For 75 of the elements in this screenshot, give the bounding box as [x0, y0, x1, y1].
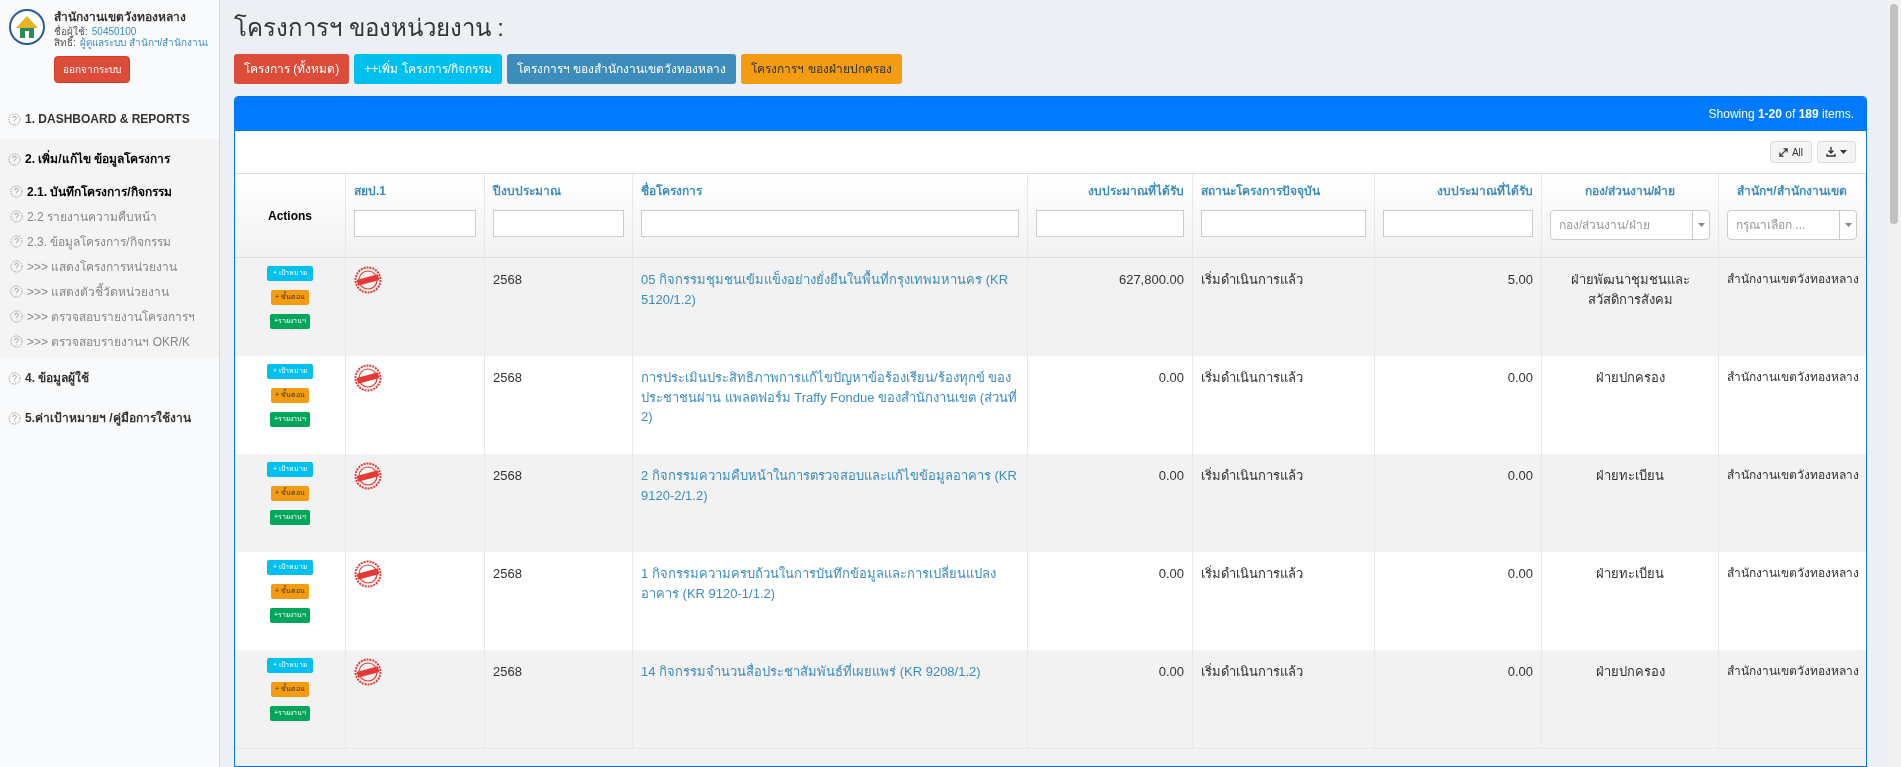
stamp-icon: [354, 266, 382, 294]
stamp-icon: [354, 658, 382, 686]
office-cell-text: สำนักงานเขตวังทองหลาง: [1725, 467, 1860, 484]
export-button[interactable]: [1817, 141, 1856, 163]
expand-icon: [1778, 147, 1788, 157]
office-cell-text: สำนักงานเขตวังทองหลาง: [1725, 369, 1860, 386]
pagination-summary: Showing 1-20 of 189 items.: [1708, 106, 1854, 123]
project-name-link[interactable]: การประเมินประสิทธิภาพการแก้ไขปัญหาข้อร้องเรียน/ร้องทุกข์ ของประชาชนผ่าน แพลตฟอร์ม Traffy Fondue ของสำนักงานเขต (ส่วนที่ 2): [641, 368, 1019, 427]
emblem-logo-icon: [8, 8, 46, 46]
filter-input[interactable]: [493, 210, 624, 237]
filter-button[interactable]: ++เพิ่ม โครงการ/กิจกรรม: [354, 54, 502, 84]
filter-input[interactable]: [641, 210, 1019, 237]
menu-item[interactable]: >>> แสดงโครงการหน่วยงาน: [0, 254, 219, 279]
column-header-link[interactable]: สยป.1: [354, 182, 386, 200]
menu-item[interactable]: 2.2 รายงานความคืบหน้า: [0, 204, 219, 229]
stamp-icon: [354, 364, 382, 392]
user-id: 50450100: [91, 26, 137, 37]
filter-button[interactable]: โครงการฯ ของฝ่ายปกครอง: [741, 54, 902, 84]
column-header-link[interactable]: ปีงบประมาณ: [493, 182, 561, 200]
filter-input[interactable]: [1201, 210, 1366, 237]
help-icon: [10, 210, 23, 223]
caret-icon: [1840, 150, 1847, 154]
scrollbar[interactable]: [1887, 0, 1901, 767]
org-name: สำนักงานเขตวังทองหลาง: [54, 9, 186, 24]
help-icon: [10, 260, 23, 273]
column-header-link[interactable]: สถานะโครงการปัจจุบัน: [1201, 182, 1320, 200]
menu-item[interactable]: >>> แสดงตัวชี้วัดหน่วยงาน: [0, 279, 219, 304]
help-icon: [10, 335, 23, 348]
menu-item[interactable]: >>> ตรวจสอบรายงานโครงการฯ: [0, 304, 219, 329]
logout-button[interactable]: ออกจากระบบ: [54, 56, 130, 83]
column-header-link[interactable]: งบประมาณที่ได้รับ: [1088, 182, 1184, 200]
menu-section[interactable]: 4. ข้อมูลผู้ใช้: [0, 358, 219, 398]
filter-input[interactable]: [1036, 210, 1184, 237]
menu-item[interactable]: 2.1. บันทึกโครงการ/กิจกรรม: [0, 179, 219, 204]
project-name-link[interactable]: 14 กิจกรรมจำนวนสื่อประชาสัมพันธ์ที่เผยแพร่ (KR 9208/1.2): [641, 662, 1019, 682]
help-icon: [8, 112, 21, 126]
menu-section[interactable]: 1. DASHBOARD & REPORTS: [0, 99, 219, 139]
dropdown-caret-icon: [1697, 223, 1705, 227]
help-icon: [8, 152, 21, 166]
office-cell-text: สำนักงานเขตวังทองหลาง: [1725, 565, 1860, 582]
menu-section[interactable]: 5.ค่าเป้าหมายฯ /คู่มือการใช้งาน: [0, 398, 219, 438]
help-icon: [10, 185, 23, 198]
menu-section[interactable]: 2. เพิ่ม/แก้ไข ข้อมูลโครงการ: [0, 139, 219, 179]
help-icon: [10, 235, 23, 248]
project-name-link[interactable]: 05 กิจกรรมชุมชนเข้มแข็งอย่างยั่งยืนในพื้นที่กรุงเทพมหานคร (KR 5120/1.2): [641, 270, 1019, 309]
help-icon: [8, 411, 21, 425]
rights-label: สิทธิ์:: [54, 37, 76, 48]
download-icon: [1826, 147, 1836, 157]
help-icon: [8, 371, 21, 385]
filter-select[interactable]: กรุณาเลือก ...: [1727, 210, 1857, 240]
stamp-icon: [354, 560, 382, 588]
stamp-icon: [354, 462, 382, 490]
column-header-link[interactable]: กอง/ส่วนงาน/ฝ่าย: [1584, 182, 1676, 200]
column-header-link[interactable]: ชื่อโครงการ: [641, 182, 702, 200]
page-title: โครงการฯ ของหน่วยงาน :: [234, 13, 505, 43]
column-header-link[interactable]: งบประมาณที่ได้รับ: [1437, 182, 1533, 200]
filter-input[interactable]: [354, 210, 476, 237]
dropdown-caret-icon: [1844, 223, 1852, 227]
filter-input[interactable]: [1383, 210, 1533, 237]
expand-all-button[interactable]: All: [1769, 141, 1812, 163]
column-header: Actions: [267, 207, 313, 225]
office-cell-text: สำนักงานเขตวังทองหลาง: [1725, 271, 1860, 288]
filter-button[interactable]: โครงการฯ ของสำนักงานเขตวังทองหลาง: [507, 54, 737, 84]
project-name-link[interactable]: 2 กิจกรรมความคืบหน้าในการตรวจสอบและแก้ไขข้อมูลอาคาร (KR 9120-2/1.2): [641, 466, 1019, 505]
project-name-link[interactable]: 1 กิจกรรมความครบถ้วนในการบันทึกข้อมูลและการเปลี่ยนแปลงอาคาร (KR 9120-1/1.2): [641, 564, 1019, 603]
menu-item[interactable]: >>> ตรวจสอบรายงานฯ OKR/K: [0, 329, 219, 354]
filter-select[interactable]: กอง/ส่วนงาน/ฝ่าย: [1550, 210, 1710, 240]
menu-item[interactable]: 2.3. ข้อมูลโครงการ/กิจกรรม: [0, 229, 219, 254]
column-header-link[interactable]: สำนักฯ/สำนักงานเขต: [1737, 182, 1847, 200]
user-label: ชื่อผู้ใช้:: [54, 26, 88, 37]
help-icon: [10, 285, 23, 298]
rights-value: ผู้ดูแลระบบ สำนักฯ/สำนักงานเ: [79, 37, 209, 48]
help-icon: [10, 310, 23, 323]
office-cell-text: สำนักงานเขตวังทองหลาง: [1725, 663, 1860, 680]
filter-button[interactable]: โครงการ (ทั้งหมด): [234, 54, 350, 84]
